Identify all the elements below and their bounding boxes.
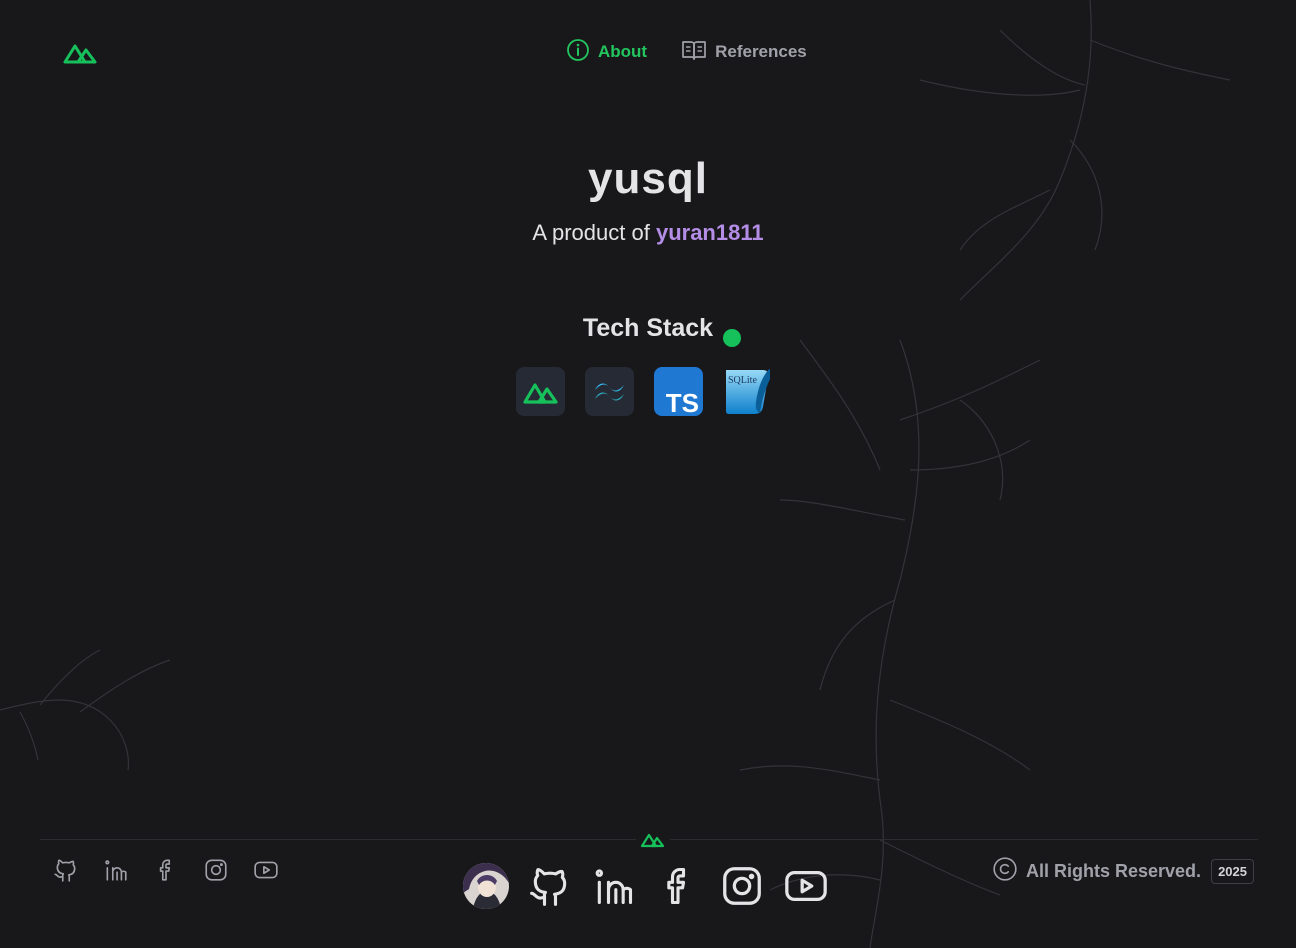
- copyright-icon: [992, 856, 1018, 887]
- tech-stack-title: Tech Stack: [582, 314, 714, 342]
- nuxt-logo-icon[interactable]: [62, 38, 98, 66]
- product-subtitle: A product of yuran1811: [0, 220, 1296, 246]
- youtube-icon[interactable]: [252, 856, 280, 884]
- top-navigation: About References: [566, 38, 807, 66]
- instagram-icon[interactable]: [202, 856, 230, 884]
- facebook-icon[interactable]: [655, 862, 701, 910]
- page-title: yusql: [588, 154, 708, 203]
- instagram-icon[interactable]: [719, 862, 765, 910]
- nav-about-label: About: [598, 42, 648, 61]
- avatar[interactable]: [463, 863, 509, 909]
- github-icon[interactable]: [527, 862, 573, 910]
- youtube-icon[interactable]: [783, 862, 829, 910]
- linkedin-icon[interactable]: [591, 862, 637, 910]
- copyright: All Rights Reserved. 2025: [992, 856, 1254, 886]
- sqlite-label: SQLite: [728, 375, 757, 386]
- linkedin-icon[interactable]: [102, 856, 130, 884]
- tech-stack-item-typescript[interactable]: TS: [654, 367, 703, 416]
- tailwind-icon: [594, 383, 624, 400]
- copyright-text: All Rights Reserved.: [1026, 860, 1202, 881]
- tech-stack-item-sqlite[interactable]: SQLite: [723, 367, 772, 416]
- footer-social-links-small: [52, 856, 280, 884]
- footer-nuxt-logo-icon: [636, 829, 670, 851]
- sqlite-icon: SQLite: [726, 368, 770, 414]
- author-link[interactable]: yuran1811: [656, 220, 764, 245]
- subtitle-prefix: A product of: [532, 220, 650, 245]
- tech-stack-item-nuxt[interactable]: [516, 367, 565, 416]
- typescript-label: TS: [666, 388, 699, 416]
- nav-references[interactable]: References: [681, 38, 807, 67]
- tech-stack-item-tailwind[interactable]: [585, 367, 634, 416]
- facebook-icon[interactable]: [152, 856, 180, 884]
- nuxt-icon: [522, 382, 558, 404]
- year-badge: 2025: [1211, 858, 1254, 884]
- book-open-icon: [681, 38, 707, 67]
- nav-about[interactable]: About: [566, 38, 647, 67]
- background-branches-decoration: [0, 0, 1231, 948]
- status-dot: [723, 329, 741, 347]
- tech-stack-list: TS SQLite: [516, 367, 772, 416]
- footer-social-links-large: [463, 862, 829, 910]
- github-icon[interactable]: [52, 856, 80, 884]
- info-icon: [566, 38, 590, 67]
- nav-references-label: References: [715, 42, 807, 61]
- typescript-icon: TS: [666, 388, 699, 416]
